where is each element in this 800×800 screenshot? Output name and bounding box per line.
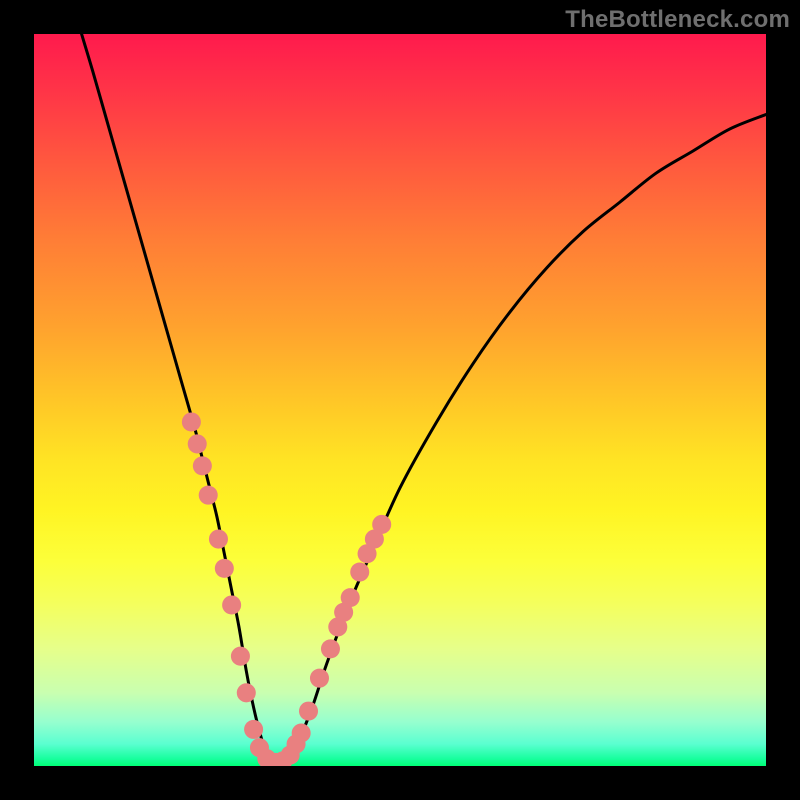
marker-dot	[244, 720, 263, 739]
marker-dot	[372, 515, 391, 534]
marker-dot	[215, 559, 234, 578]
marker-dot	[310, 669, 329, 688]
marker-dot	[182, 412, 201, 431]
marker-dot	[299, 702, 318, 721]
marker-dot	[209, 530, 228, 549]
chart-frame: TheBottleneck.com	[0, 0, 800, 800]
watermark-text: TheBottleneck.com	[565, 6, 790, 34]
marker-dot	[222, 595, 241, 614]
marker-dots	[182, 412, 391, 766]
plot-area	[34, 34, 766, 766]
marker-dot	[341, 588, 360, 607]
marker-dot	[199, 486, 218, 505]
marker-dot	[193, 456, 212, 475]
marker-dot	[321, 639, 340, 658]
marker-dot	[237, 683, 256, 702]
chart-svg	[34, 34, 766, 766]
marker-dot	[231, 647, 250, 666]
marker-dot	[292, 724, 311, 743]
marker-dot	[188, 434, 207, 453]
marker-dot	[350, 563, 369, 582]
curve-path	[82, 34, 766, 766]
